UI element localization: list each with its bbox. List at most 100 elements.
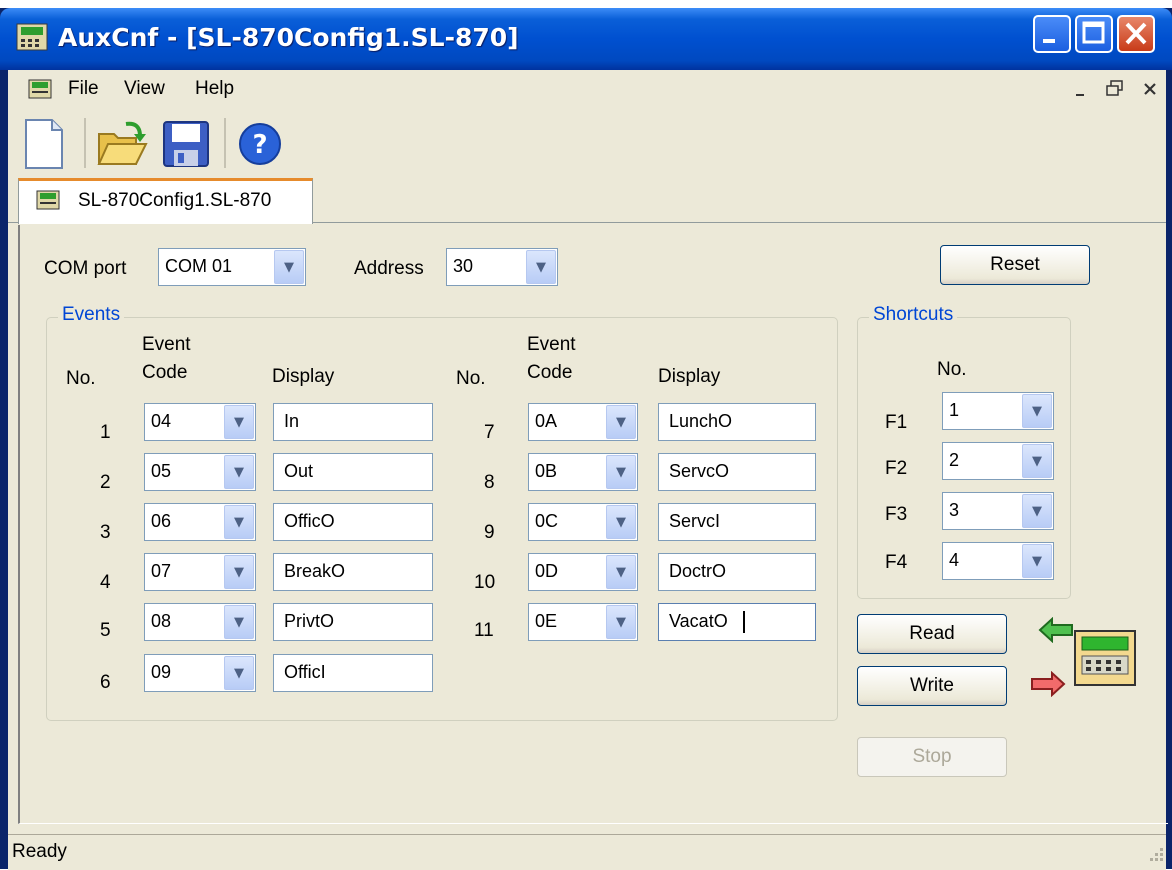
shortcut-select[interactable]: 1 ▼ [942, 392, 1054, 430]
event-code-value: 0A [535, 411, 558, 431]
event-code-select[interactable]: 08 ▼ [144, 603, 256, 641]
events-header-event: Event [142, 334, 191, 355]
save-icon[interactable] [162, 120, 210, 168]
event-display-value: ServcI [669, 511, 721, 531]
menu-file[interactable]: File [68, 78, 99, 100]
chevron-down-icon[interactable]: ▼ [224, 605, 254, 639]
event-code-value: 0B [535, 461, 558, 481]
event-code-select[interactable]: 04 ▼ [144, 403, 256, 441]
new-icon[interactable] [22, 118, 66, 170]
chevron-down-icon[interactable]: ▼ [274, 250, 304, 284]
read-button[interactable]: Read [857, 614, 1007, 654]
stop-button[interactable]: Stop [857, 737, 1007, 777]
com-port-select[interactable]: COM 01 ▼ [158, 248, 306, 286]
events-header-display: Display [658, 366, 721, 387]
event-code-select[interactable]: 0C ▼ [528, 503, 638, 541]
resize-grip-icon[interactable] [1146, 846, 1166, 866]
chevron-down-icon[interactable]: ▼ [606, 405, 636, 439]
app-icon [16, 23, 48, 51]
event-display-input[interactable]: DoctrO [658, 553, 816, 591]
event-display-input[interactable]: ServcO [658, 453, 816, 491]
event-display-input[interactable]: LunchO [658, 403, 816, 441]
menu-help[interactable]: Help [195, 78, 234, 100]
event-display-input[interactable]: ServcI [658, 503, 816, 541]
mdi-restore-icon[interactable] [1104, 78, 1126, 100]
event-display-value: OfficI [284, 662, 326, 682]
shortcut-select[interactable]: 3 ▼ [942, 492, 1054, 530]
chevron-down-icon[interactable]: ▼ [606, 555, 636, 589]
maximize-button[interactable] [1075, 15, 1113, 53]
event-code-value: 0D [535, 561, 559, 581]
event-display-input[interactable]: PrivtO [273, 603, 433, 641]
event-code-select[interactable]: 0A ▼ [528, 403, 638, 441]
terminal-device-icon [1074, 630, 1136, 686]
event-display-input[interactable]: In [273, 403, 433, 441]
menu-bar [8, 70, 1166, 108]
event-code-value: 04 [151, 411, 172, 431]
event-code-select[interactable]: 0D ▼ [528, 553, 638, 591]
event-display-input[interactable]: Out [273, 453, 433, 491]
event-no: 6 [100, 672, 111, 693]
event-code-select[interactable]: 09 ▼ [144, 654, 256, 692]
help-icon[interactable]: ? [238, 122, 282, 166]
shortcut-key-label: F2 [885, 458, 908, 479]
shortcut-key-label: F1 [885, 412, 908, 433]
svg-text:?: ? [252, 130, 267, 160]
minimize-button[interactable] [1033, 15, 1071, 53]
event-display-value: DoctrO [669, 561, 727, 581]
event-no: 7 [484, 422, 495, 443]
event-code-select[interactable]: 0B ▼ [528, 453, 638, 491]
event-display-input[interactable]: OfficI [273, 654, 433, 692]
mdi-minimize-icon[interactable] [1072, 80, 1094, 100]
event-no: 11 [474, 620, 494, 641]
events-header-code: Code [142, 362, 188, 383]
event-display-value: PrivtO [284, 611, 335, 631]
chevron-down-icon[interactable]: ▼ [224, 405, 254, 439]
event-no: 1 [100, 422, 111, 443]
event-display-value: BreakO [284, 561, 346, 581]
chevron-down-icon[interactable]: ▼ [606, 505, 636, 539]
events-header-no: No. [66, 368, 96, 389]
event-no: 10 [474, 572, 496, 593]
com-port-label: COM port [44, 258, 127, 279]
events-header-event: Event [527, 334, 576, 355]
shortcut-value: 3 [949, 500, 960, 520]
chevron-down-icon[interactable]: ▼ [1022, 544, 1052, 578]
event-code-select[interactable]: 07 ▼ [144, 553, 256, 591]
mdi-close-icon[interactable] [1140, 80, 1162, 100]
chevron-down-icon[interactable]: ▼ [224, 555, 254, 589]
chevron-down-icon[interactable]: ▼ [224, 656, 254, 690]
write-button[interactable]: Write [857, 666, 1007, 706]
shortcut-select[interactable]: 2 ▼ [942, 442, 1054, 480]
reset-button[interactable]: Reset [940, 245, 1090, 285]
event-no: 5 [100, 620, 111, 641]
event-display-input[interactable]: OfficO [273, 503, 433, 541]
chevron-down-icon[interactable]: ▼ [1022, 494, 1052, 528]
chevron-down-icon[interactable]: ▼ [1022, 394, 1052, 428]
chevron-down-icon[interactable]: ▼ [526, 250, 556, 284]
events-header-code: Code [527, 362, 573, 383]
event-display-value: VacatO [669, 611, 728, 631]
event-no: 8 [484, 472, 495, 493]
com-port-value: COM 01 [165, 256, 233, 276]
address-select[interactable]: 30 ▼ [446, 248, 558, 286]
chevron-down-icon[interactable]: ▼ [606, 605, 636, 639]
open-icon[interactable] [96, 120, 150, 168]
event-code-value: 07 [151, 561, 172, 581]
chevron-down-icon[interactable]: ▼ [224, 505, 254, 539]
chevron-down-icon[interactable]: ▼ [224, 455, 254, 489]
status-text: Ready [12, 841, 67, 862]
chevron-down-icon[interactable]: ▼ [1022, 444, 1052, 478]
event-display-input[interactable]: BreakO [273, 553, 433, 591]
event-code-select[interactable]: 05 ▼ [144, 453, 256, 491]
event-code-select[interactable]: 0E ▼ [528, 603, 638, 641]
window-title: AuxCnf - [SL-870Config1.SL-870] [58, 23, 519, 52]
close-button[interactable] [1117, 15, 1155, 53]
chevron-down-icon[interactable]: ▼ [606, 455, 636, 489]
event-display-value: Out [284, 461, 314, 481]
event-code-select[interactable]: 06 ▼ [144, 503, 256, 541]
menu-view[interactable]: View [124, 78, 165, 100]
event-display-input[interactable]: VacatO [658, 603, 816, 641]
shortcut-select[interactable]: 4 ▼ [942, 542, 1054, 580]
status-bar [8, 834, 1166, 870]
